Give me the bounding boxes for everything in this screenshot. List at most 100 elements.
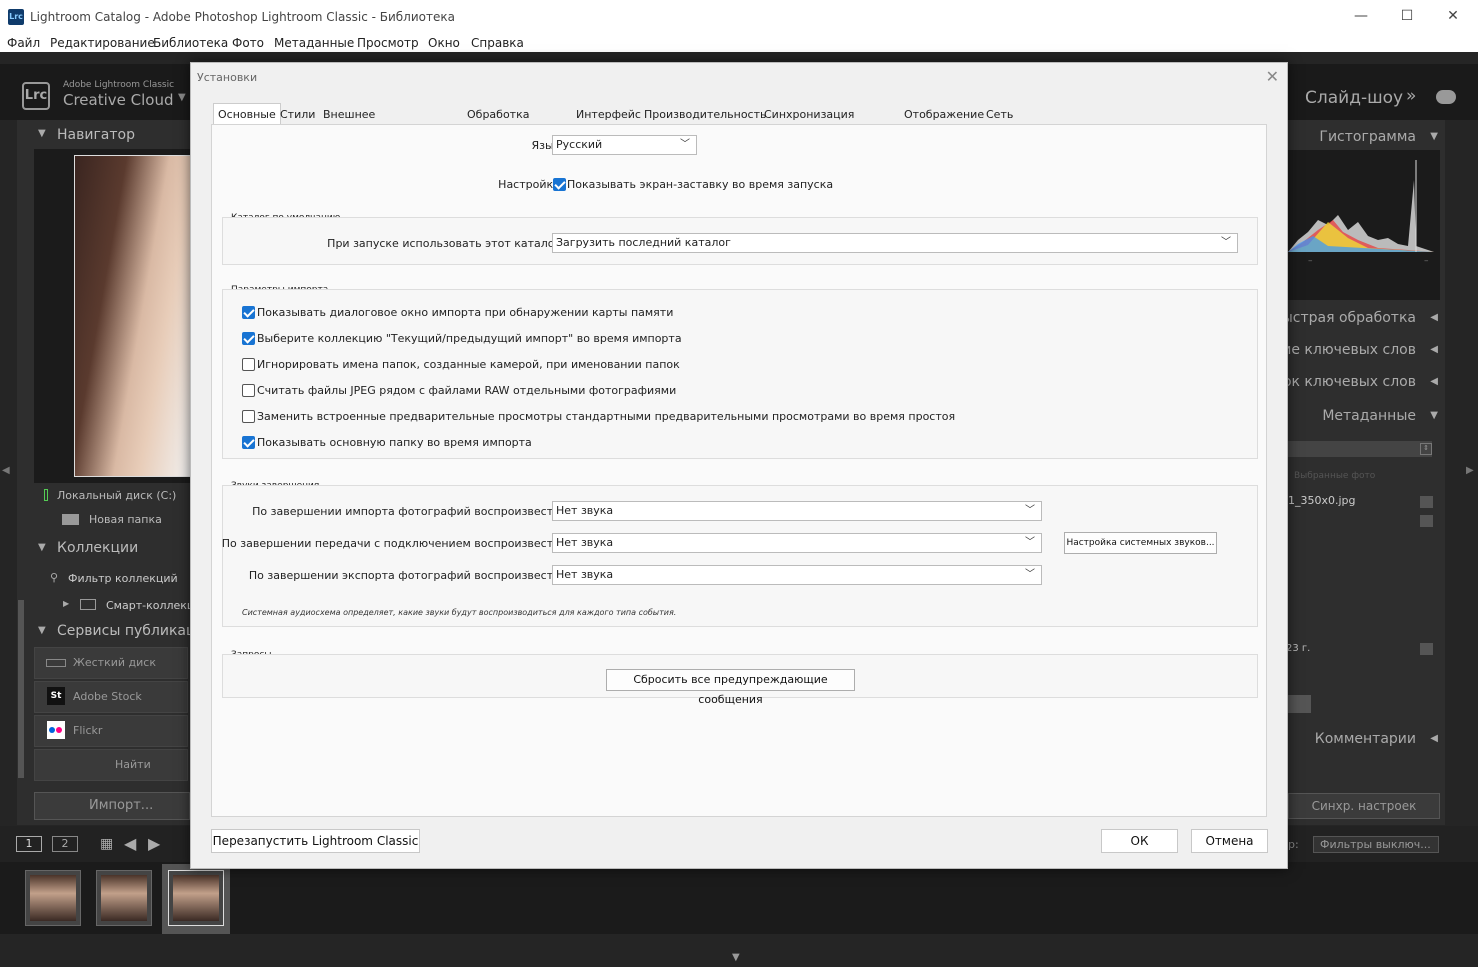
metadata-button-fragment[interactable] bbox=[1287, 695, 1311, 713]
menu-metadata[interactable]: Метаданные bbox=[274, 36, 354, 50]
grid-icon[interactable]: ▦ bbox=[100, 836, 113, 852]
back-arrow-icon[interactable]: ◀ bbox=[124, 834, 136, 853]
disk-indicator-icon bbox=[44, 489, 48, 501]
view-2-button[interactable]: 2 bbox=[52, 836, 78, 852]
metadata-header[interactable]: Метаданные bbox=[1322, 408, 1416, 424]
cancel-button[interactable]: Отмена bbox=[1191, 829, 1268, 853]
left-panel-collapse-icon[interactable]: ◀ bbox=[2, 465, 10, 476]
tab-network[interactable]: Сеть bbox=[981, 103, 1018, 125]
jpeg-raw-separate-checkbox[interactable] bbox=[242, 384, 255, 397]
dialog-close-icon[interactable]: ✕ bbox=[1266, 67, 1279, 86]
filmstrip-thumb-3[interactable] bbox=[168, 870, 224, 926]
brand-dropdown-icon[interactable]: ▼ bbox=[178, 92, 186, 103]
current-import-collection-checkbox[interactable] bbox=[242, 332, 255, 345]
maximize-button[interactable]: ☐ bbox=[1384, 4, 1430, 28]
catalog-select[interactable]: Загрузить последний каталог ﹀ bbox=[552, 233, 1238, 253]
menu-photo[interactable]: Фото bbox=[232, 36, 264, 50]
import-button[interactable]: Импорт... bbox=[34, 792, 190, 820]
view-1-button[interactable]: 1 bbox=[16, 836, 42, 852]
menu-help[interactable]: Справка bbox=[471, 36, 524, 50]
replace-previews-checkbox[interactable] bbox=[242, 410, 255, 423]
tab-lightroom-sync[interactable]: Синхронизация Lightroom bbox=[759, 103, 859, 142]
keywording-triangle-icon[interactable]: ◀ bbox=[1430, 344, 1438, 355]
module-slideshow[interactable]: Слайд-шоу bbox=[1305, 88, 1403, 108]
dialog-title: Установки bbox=[197, 71, 258, 84]
filename-action-icon[interactable] bbox=[1420, 496, 1433, 508]
metadata-preset-select[interactable] bbox=[1288, 441, 1432, 457]
new-folder[interactable]: Новая папка bbox=[89, 513, 162, 526]
filter-select[interactable]: Фильтры выключ... bbox=[1313, 836, 1439, 853]
filter-label: р: bbox=[1288, 838, 1299, 851]
navigator-triangle-icon[interactable]: ▼ bbox=[38, 128, 46, 139]
chevron-down-icon: ﹀ bbox=[1025, 505, 1035, 516]
ignore-camera-folders-checkbox[interactable] bbox=[242, 358, 255, 371]
quick-develop-triangle-icon[interactable]: ◀ bbox=[1430, 312, 1438, 323]
tab-general[interactable]: Основные bbox=[213, 103, 281, 125]
more-modules-icon[interactable]: » bbox=[1406, 86, 1416, 106]
histogram-triangle-icon[interactable]: ▼ bbox=[1430, 131, 1438, 142]
tab-display[interactable]: Отображение bbox=[899, 103, 989, 125]
filmstrip-collapse-icon[interactable]: ▼ bbox=[732, 952, 740, 963]
restart-lightroom-button[interactable]: Перезапустить Lightroom Classic bbox=[211, 829, 420, 853]
expand-triangle-icon[interactable]: ▶ bbox=[63, 599, 69, 608]
sound-import-select[interactable]: Нет звука ﹀ bbox=[552, 501, 1042, 521]
quick-develop-header[interactable]: Быстрая обработка bbox=[1272, 310, 1416, 326]
comments-triangle-icon[interactable]: ◀ bbox=[1430, 733, 1438, 744]
sound-export-select[interactable]: Нет звука ﹀ bbox=[552, 565, 1042, 585]
date-action-icon[interactable] bbox=[1420, 643, 1433, 655]
keyword-list-triangle-icon[interactable]: ◀ bbox=[1430, 376, 1438, 387]
import-dialog-checkbox[interactable] bbox=[242, 306, 255, 319]
collections-header[interactable]: Коллекции bbox=[57, 540, 138, 556]
metadata-triangle-icon[interactable]: ▼ bbox=[1430, 410, 1438, 421]
tab-presets[interactable]: Стили bbox=[275, 103, 320, 125]
local-disk[interactable]: Локальный диск (C:) bbox=[57, 489, 176, 502]
menu-library[interactable]: Библиотека bbox=[153, 36, 228, 50]
tab-interface[interactable]: Интерфейс bbox=[571, 103, 646, 125]
reset-warnings-button[interactable]: Сбросить все предупреждающие сообщения bbox=[606, 669, 855, 706]
keyword-list-header[interactable]: сок ключевых слов bbox=[1275, 374, 1416, 390]
splash-screen-checkbox[interactable] bbox=[553, 178, 566, 191]
language-select[interactable]: Русский ﹀ bbox=[552, 135, 697, 155]
collections-triangle-icon[interactable]: ▼ bbox=[38, 542, 46, 553]
forward-arrow-icon[interactable]: ▶ bbox=[148, 834, 160, 853]
comments-header[interactable]: Комментарии bbox=[1315, 731, 1416, 747]
tab-performance[interactable]: Производительность bbox=[639, 103, 772, 125]
histogram-tick-left: – bbox=[1308, 256, 1313, 266]
menu-edit[interactable]: Редактирование bbox=[50, 36, 155, 50]
right-panel-collapse-icon[interactable]: ▶ bbox=[1466, 465, 1474, 476]
filmstrip-thumb-2[interactable] bbox=[96, 870, 152, 926]
close-window-button[interactable]: ✕ bbox=[1430, 4, 1476, 28]
minimize-button[interactable]: — bbox=[1338, 4, 1384, 28]
publish-triangle-icon[interactable]: ▼ bbox=[38, 625, 46, 636]
sound-export-value: Нет звука bbox=[556, 568, 614, 581]
filter-collections[interactable]: Фильтр коллекций bbox=[68, 572, 178, 585]
smart-collections[interactable]: Смарт-коллекци bbox=[106, 599, 190, 612]
cloud-sync-icon[interactable] bbox=[1436, 90, 1456, 104]
histogram-graph bbox=[1288, 160, 1434, 252]
menu-file[interactable]: Файл bbox=[7, 36, 40, 50]
sound-export-label: По завершении экспорта фотографий воспро… bbox=[248, 569, 564, 582]
tab-external-editing[interactable]: Внешнее редактирование bbox=[318, 103, 424, 142]
navigator-photo[interactable] bbox=[74, 155, 192, 477]
publish-services-header[interactable]: Сервисы публикаци bbox=[57, 623, 191, 639]
find-more-services-button[interactable]: Найти други bbox=[34, 749, 188, 801]
current-import-collection-label: Выберите коллекцию "Текущий/предыдущий и… bbox=[257, 332, 682, 345]
ok-button[interactable]: ОК bbox=[1101, 829, 1178, 853]
system-sounds-button[interactable]: Настройка системных звуков... bbox=[1064, 532, 1217, 554]
filename-value[interactable]: 1_350x0.jpg bbox=[1288, 494, 1356, 507]
arrow-icon[interactable] bbox=[1420, 515, 1433, 527]
tab-file-handling[interactable]: Обработка файлов bbox=[462, 103, 534, 142]
menu-window[interactable]: Окно bbox=[428, 36, 460, 50]
sync-settings-button[interactable]: Синхр. настроек bbox=[1288, 793, 1440, 819]
histogram-header[interactable]: Гистограмма bbox=[1319, 129, 1416, 145]
sound-tether-select[interactable]: Нет звука ﹀ bbox=[552, 533, 1042, 553]
chevron-down-icon: ﹀ bbox=[1221, 237, 1231, 248]
show-parent-folder-checkbox[interactable] bbox=[242, 436, 255, 449]
menu-view[interactable]: Просмотр bbox=[357, 36, 419, 50]
keywording-header[interactable]: ие ключевых слов bbox=[1282, 342, 1416, 358]
sound-tether-value: Нет звука bbox=[556, 536, 614, 549]
filmstrip-thumb-1[interactable] bbox=[25, 870, 81, 926]
left-panel-scrollbar[interactable] bbox=[18, 600, 24, 778]
preset-stepper-icon[interactable]: ⇕ bbox=[1420, 443, 1432, 455]
navigator-header[interactable]: Навигатор bbox=[57, 127, 135, 143]
